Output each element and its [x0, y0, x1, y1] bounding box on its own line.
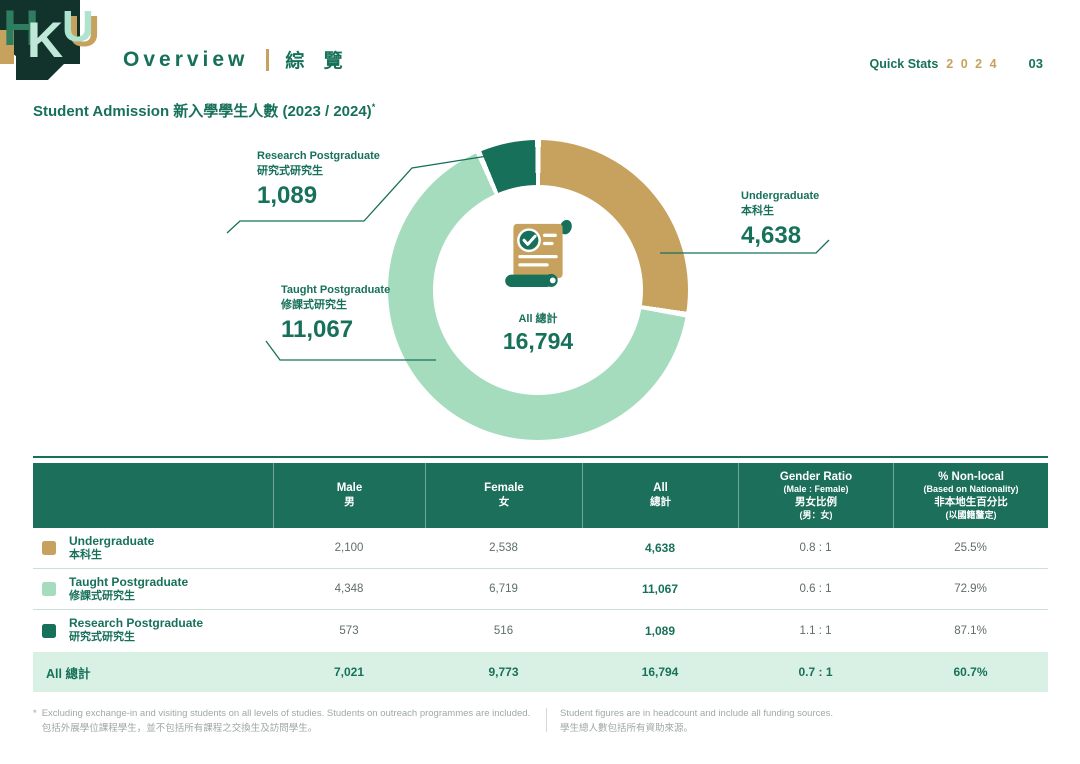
- research-postgraduate-value: 1,089: [257, 182, 380, 210]
- scroll-certificate-icon: [497, 212, 579, 298]
- donut-center: All 總計 16,794: [388, 212, 688, 355]
- header-cell-nonlocal: % Non-local (Based on Nationality) 非本地生百…: [893, 463, 1048, 528]
- label-taught-postgraduate: Taught Postgraduate 修課式研究生 11,067: [281, 284, 391, 344]
- footnote-left-zh: 包括外展學位課程學生，並不包括所有課程之交換生及訪問學生。: [42, 721, 530, 736]
- header-cell-male: Male 男: [273, 463, 425, 528]
- donut-center-label: All 總計: [388, 310, 688, 326]
- cell-nonlocal: 87.1%: [893, 625, 1048, 637]
- label-undergraduate: Undergraduate 本科生 4,638: [741, 190, 819, 250]
- footnote-left: * Excluding exchange-in and visiting stu…: [33, 706, 533, 736]
- total-nonlocal: 60.7%: [893, 665, 1048, 679]
- donut-ring: All 總計 16,794: [388, 140, 688, 440]
- page-title-zh: 綜 覽: [285, 46, 349, 73]
- table-row-research-postgraduate: Research Postgraduate 研究式研究生 573 516 1,0…: [33, 610, 1048, 651]
- table-row-taught-postgraduate: Taught Postgraduate 修課式研究生 4,348 6,719 1…: [33, 569, 1048, 610]
- total-all: 16,794: [582, 665, 738, 679]
- page-number: 03: [1029, 56, 1043, 71]
- swatch-taught-postgraduate: [42, 582, 56, 596]
- page-header: Overview 綜 覽: [123, 46, 350, 73]
- swatch-undergraduate: [42, 541, 56, 555]
- cell-all: 11,067: [582, 582, 738, 596]
- table-row-undergraduate: Undergraduate 本科生 2,100 2,538 4,638 0.8 …: [33, 528, 1048, 569]
- taught-postgraduate-value: 11,067: [281, 316, 391, 344]
- cell-female: 516: [425, 625, 582, 637]
- swatch-research-postgraduate: [42, 624, 56, 638]
- donut-center-value: 16,794: [388, 328, 688, 355]
- footnote-right: Student figures are in headcount and inc…: [560, 706, 1048, 736]
- total-label: All 總計: [33, 663, 273, 682]
- total-female: 9,773: [425, 665, 582, 679]
- footnotes: * Excluding exchange-in and visiting stu…: [33, 706, 1048, 736]
- cell-female: 6,719: [425, 583, 582, 595]
- header-cell-blank: [33, 463, 273, 528]
- logo-letter-k: K: [27, 15, 63, 65]
- footnote-right-en: Student figures are in headcount and inc…: [560, 706, 1048, 721]
- footnote-divider: [546, 708, 547, 732]
- quick-stats-year: 2 0 2 4: [946, 57, 998, 71]
- table-total-row: All 總計 7,021 9,773 16,794 0.7 : 1 60.7%: [33, 652, 1048, 692]
- cell-all: 4,638: [582, 541, 738, 555]
- cell-male: 2,100: [273, 542, 425, 554]
- footnote-left-en: Excluding exchange-in and visiting stude…: [42, 706, 530, 721]
- cell-male: 573: [273, 625, 425, 637]
- page-title-en: Overview: [123, 48, 248, 72]
- total-male: 7,021: [273, 665, 425, 679]
- header-cell-all: All 總計: [582, 463, 738, 528]
- logo-letter-u: U: [62, 5, 94, 49]
- header-cell-gender-ratio: Gender Ratio (Male : Female) 男女比例 (男：女): [738, 463, 893, 528]
- hku-logo: H K U: [0, 0, 108, 82]
- total-ratio: 0.7 : 1: [738, 665, 893, 679]
- footnote-right-zh: 學生總人數包括所有資助來源。: [560, 721, 1048, 736]
- cell-male: 4,348: [273, 583, 425, 595]
- cell-nonlocal: 72.9%: [893, 583, 1048, 595]
- cell-ratio: 0.6 : 1: [738, 583, 893, 595]
- section-title-asterisk: *: [372, 102, 376, 112]
- header-cell-female: Female 女: [425, 463, 582, 528]
- footnote-marker: *: [33, 706, 37, 736]
- report-page: H K U Overview 綜 覽 Quick Stats 2 0 2 4 0…: [0, 0, 1080, 764]
- table-top-rule: [33, 456, 1048, 458]
- cell-all: 1,089: [582, 624, 738, 638]
- table-body: Undergraduate 本科生 2,100 2,538 4,638 0.8 …: [33, 528, 1048, 651]
- cell-ratio: 0.8 : 1: [738, 542, 893, 554]
- cell-ratio: 1.1 : 1: [738, 625, 893, 637]
- undergraduate-value: 4,638: [741, 222, 819, 250]
- cell-female: 2,538: [425, 542, 582, 554]
- label-research-postgraduate: Research Postgraduate 研究式研究生 1,089: [257, 150, 380, 210]
- quick-stats-label: Quick Stats: [870, 57, 939, 71]
- cell-nonlocal: 25.5%: [893, 542, 1048, 554]
- quick-stats-header: Quick Stats 2 0 2 4 03: [870, 56, 1043, 71]
- header-divider-bar: [266, 49, 269, 71]
- table-header: Male 男 Female 女 All 總計 Gender Ratio (Mal…: [33, 463, 1048, 528]
- section-title: Student Admission 新入學學生人數 (2023 / 2024)*: [33, 100, 375, 121]
